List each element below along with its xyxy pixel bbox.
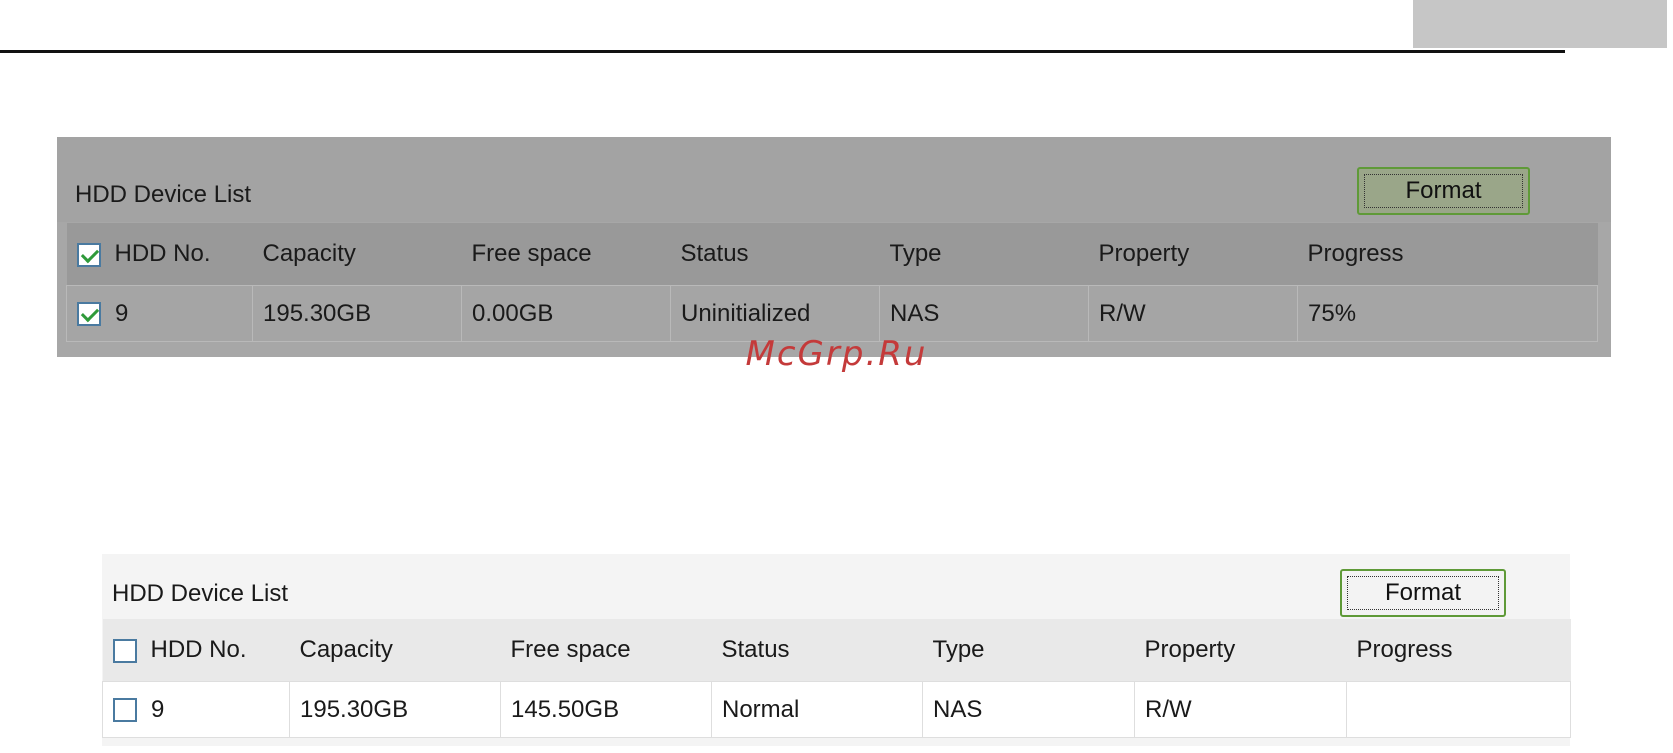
col-type: Type [932,636,985,663]
select-all-checkbox[interactable] [112,638,137,663]
panel-header: HDD Device List Format [102,554,1570,619]
hdd-device-list-panel-normal: HDD Device List Format HDD No. Capacity … [102,554,1571,746]
cell-progress [1346,681,1571,738]
table-header-row: HDD No. Capacity Free space Status Type … [102,619,1571,682]
panel-title: HDD Device List [112,580,289,607]
hdd-device-list-panel-formatting: HDD Device List Format HDD No. Capacity … [57,137,1611,357]
cell-property: R/W [1134,681,1347,738]
cell-status: Normal [711,681,923,738]
col-capacity: Capacity [299,636,393,663]
cell-type: NAS [922,681,1135,738]
panel-header: HDD Device List Format [57,137,1611,222]
hdd-no-value: 9 [151,695,165,723]
hdd-no-value: 9 [115,299,129,327]
panel-title: HDD Device List [75,181,252,208]
select-all-checkbox[interactable] [76,242,101,267]
format-button-label: Format [1347,576,1499,610]
format-button[interactable]: Format [1340,569,1506,617]
format-button-label: Format [1364,174,1523,208]
watermark: McGrp.Ru [745,334,928,374]
row-checkbox[interactable] [113,698,137,723]
col-progress: Progress [1356,636,1453,663]
col-progress: Progress [1307,240,1404,267]
col-property: Property [1098,240,1190,267]
cell-free-space: 145.50GB [500,681,712,738]
col-capacity: Capacity [262,240,356,267]
col-property: Property [1144,636,1236,663]
hdd-table: HDD No. Capacity Free space Status Type … [66,223,1598,342]
cell-hdd-no: 9 [102,681,290,738]
header-block [1413,0,1667,48]
cell-capacity: 195.30GB [289,681,501,738]
col-hdd-no-label: HDD No. [114,240,211,267]
col-status: Status [680,240,749,267]
row-checkbox[interactable] [77,302,101,327]
format-button[interactable]: Format [1357,167,1530,215]
hdd-table: HDD No. Capacity Free space Status Type … [102,619,1571,738]
table-row[interactable]: 9 195.30GB 145.50GB Normal NAS R/W [102,681,1571,738]
top-rule [0,50,1565,53]
col-hdd-no: HDD No. [67,223,253,286]
col-hdd-no-label: HDD No. [150,636,247,663]
col-type: Type [889,240,942,267]
col-free-space: Free space [471,240,592,267]
col-free-space: Free space [510,636,631,663]
col-status: Status [721,636,790,663]
table-header-row: HDD No. Capacity Free space Status Type … [66,223,1598,286]
col-hdd-no: HDD No. [103,619,290,682]
